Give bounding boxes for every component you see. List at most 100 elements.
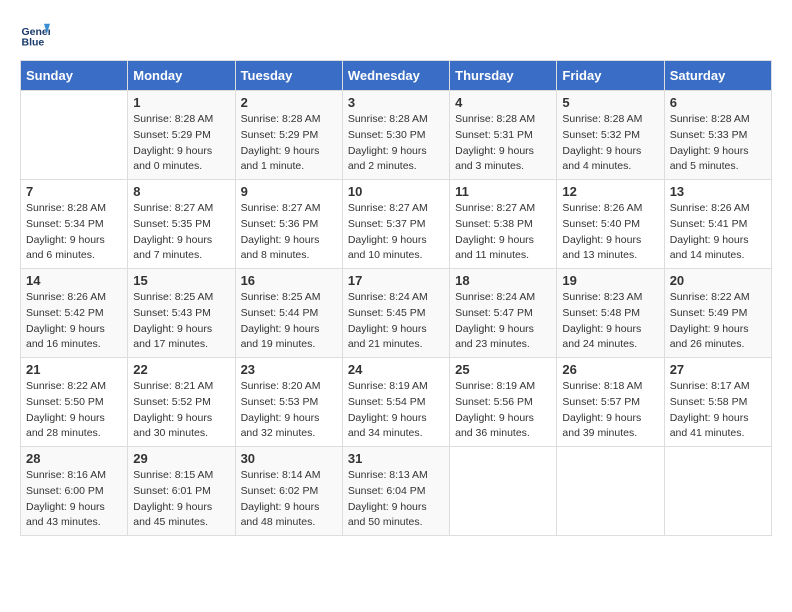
calendar-cell: 21 Sunrise: 8:22 AMSunset: 5:50 PMDayligh…	[21, 358, 128, 447]
calendar-cell: 15 Sunrise: 8:25 AMSunset: 5:43 PMDayligh…	[128, 269, 235, 358]
calendar-cell: 22 Sunrise: 8:21 AMSunset: 5:52 PMDayligh…	[128, 358, 235, 447]
day-number: 10	[348, 184, 444, 199]
weekday-row: SundayMondayTuesdayWednesdayThursdayFrid…	[21, 61, 772, 91]
day-number: 7	[26, 184, 122, 199]
day-info: Sunrise: 8:15 AMSunset: 6:01 PMDaylight:…	[133, 468, 229, 531]
calendar-cell: 12 Sunrise: 8:26 AMSunset: 5:40 PMDayligh…	[557, 180, 664, 269]
day-info: Sunrise: 8:28 AMSunset: 5:34 PMDaylight:…	[26, 201, 122, 264]
day-info: Sunrise: 8:26 AMSunset: 5:41 PMDaylight:…	[670, 201, 766, 264]
calendar-cell: 14 Sunrise: 8:26 AMSunset: 5:42 PMDayligh…	[21, 269, 128, 358]
day-number: 4	[455, 95, 551, 110]
day-number: 28	[26, 451, 122, 466]
day-number: 9	[241, 184, 337, 199]
weekday-header: Monday	[128, 61, 235, 91]
calendar-week-row: 7 Sunrise: 8:28 AMSunset: 5:34 PMDaylight…	[21, 180, 772, 269]
day-number: 29	[133, 451, 229, 466]
calendar-cell	[664, 447, 771, 536]
day-number: 31	[348, 451, 444, 466]
calendar-cell: 13Sunrise: 8:26 AMSunset: 5:41 PMDayligh…	[664, 180, 771, 269]
day-info: Sunrise: 8:28 AMSunset: 5:29 PMDaylight:…	[241, 112, 337, 175]
calendar-cell: 26Sunrise: 8:18 AMSunset: 5:57 PMDayligh…	[557, 358, 664, 447]
day-number: 11	[455, 184, 551, 199]
calendar-cell: 25 Sunrise: 8:19 AMSunset: 5:56 PMDayligh…	[450, 358, 557, 447]
day-info: Sunrise: 8:22 AMSunset: 5:50 PMDaylight:…	[26, 379, 122, 442]
calendar-body: 1 Sunrise: 8:28 AMSunset: 5:29 PMDaylight…	[21, 91, 772, 536]
day-info: Sunrise: 8:20 AMSunset: 5:53 PMDaylight:…	[241, 379, 337, 442]
day-number: 3	[348, 95, 444, 110]
calendar-cell: 18 Sunrise: 8:24 AMSunset: 5:47 PMDayligh…	[450, 269, 557, 358]
day-info: Sunrise: 8:23 AMSunset: 5:48 PMDaylight:…	[562, 290, 658, 353]
day-number: 1	[133, 95, 229, 110]
day-info: Sunrise: 8:17 AMSunset: 5:58 PMDaylight:…	[670, 379, 766, 442]
day-number: 19	[562, 273, 658, 288]
day-info: Sunrise: 8:18 AMSunset: 5:57 PMDaylight:…	[562, 379, 658, 442]
day-info: Sunrise: 8:16 AMSunset: 6:00 PMDaylight:…	[26, 468, 122, 531]
day-number: 14	[26, 273, 122, 288]
day-number: 30	[241, 451, 337, 466]
day-info: Sunrise: 8:21 AMSunset: 5:52 PMDaylight:…	[133, 379, 229, 442]
day-number: 2	[241, 95, 337, 110]
day-number: 12	[562, 184, 658, 199]
calendar-cell: 10 Sunrise: 8:27 AMSunset: 5:37 PMDayligh…	[342, 180, 449, 269]
weekday-header: Friday	[557, 61, 664, 91]
calendar-cell: 27 Sunrise: 8:17 AMSunset: 5:58 PMDayligh…	[664, 358, 771, 447]
calendar-cell	[557, 447, 664, 536]
calendar-cell: 1 Sunrise: 8:28 AMSunset: 5:29 PMDaylight…	[128, 91, 235, 180]
svg-text:Blue: Blue	[22, 37, 45, 49]
day-number: 20	[670, 273, 766, 288]
day-info: Sunrise: 8:27 AMSunset: 5:38 PMDaylight:…	[455, 201, 551, 264]
weekday-header: Saturday	[664, 61, 771, 91]
calendar-cell	[21, 91, 128, 180]
day-number: 17	[348, 273, 444, 288]
day-info: Sunrise: 8:27 AMSunset: 5:35 PMDaylight:…	[133, 201, 229, 264]
day-info: Sunrise: 8:19 AMSunset: 5:56 PMDaylight:…	[455, 379, 551, 442]
day-number: 27	[670, 362, 766, 377]
weekday-header: Sunday	[21, 61, 128, 91]
day-info: Sunrise: 8:27 AMSunset: 5:36 PMDaylight:…	[241, 201, 337, 264]
day-number: 23	[241, 362, 337, 377]
day-number: 18	[455, 273, 551, 288]
day-number: 16	[241, 273, 337, 288]
calendar-cell: 5 Sunrise: 8:28 AMSunset: 5:32 PMDaylight…	[557, 91, 664, 180]
logo: General Blue	[20, 20, 54, 50]
day-info: Sunrise: 8:13 AMSunset: 6:04 PMDaylight:…	[348, 468, 444, 531]
day-info: Sunrise: 8:28 AMSunset: 5:30 PMDaylight:…	[348, 112, 444, 175]
calendar-cell: 23 Sunrise: 8:20 AMSunset: 5:53 PMDayligh…	[235, 358, 342, 447]
calendar-cell: 28 Sunrise: 8:16 AMSunset: 6:00 PMDayligh…	[21, 447, 128, 536]
day-info: Sunrise: 8:26 AMSunset: 5:40 PMDaylight:…	[562, 201, 658, 264]
day-number: 25	[455, 362, 551, 377]
day-number: 5	[562, 95, 658, 110]
day-number: 21	[26, 362, 122, 377]
weekday-header: Thursday	[450, 61, 557, 91]
day-info: Sunrise: 8:22 AMSunset: 5:49 PMDaylight:…	[670, 290, 766, 353]
calendar-cell: 17Sunrise: 8:24 AMSunset: 5:45 PMDayligh…	[342, 269, 449, 358]
calendar-cell: 31 Sunrise: 8:13 AMSunset: 6:04 PMDayligh…	[342, 447, 449, 536]
weekday-header: Wednesday	[342, 61, 449, 91]
day-number: 8	[133, 184, 229, 199]
day-info: Sunrise: 8:28 AMSunset: 5:29 PMDaylight:…	[133, 112, 229, 175]
day-info: Sunrise: 8:28 AMSunset: 5:32 PMDaylight:…	[562, 112, 658, 175]
day-info: Sunrise: 8:28 AMSunset: 5:33 PMDaylight:…	[670, 112, 766, 175]
calendar-table: SundayMondayTuesdayWednesdayThursdayFrid…	[20, 60, 772, 536]
calendar-cell: 20 Sunrise: 8:22 AMSunset: 5:49 PMDayligh…	[664, 269, 771, 358]
day-info: Sunrise: 8:28 AMSunset: 5:31 PMDaylight:…	[455, 112, 551, 175]
calendar-cell: 3 Sunrise: 8:28 AMSunset: 5:30 PMDaylight…	[342, 91, 449, 180]
day-info: Sunrise: 8:14 AMSunset: 6:02 PMDaylight:…	[241, 468, 337, 531]
calendar-week-row: 28 Sunrise: 8:16 AMSunset: 6:00 PMDayligh…	[21, 447, 772, 536]
calendar-cell: 4 Sunrise: 8:28 AMSunset: 5:31 PMDaylight…	[450, 91, 557, 180]
calendar-cell	[450, 447, 557, 536]
day-info: Sunrise: 8:25 AMSunset: 5:43 PMDaylight:…	[133, 290, 229, 353]
calendar-cell: 8 Sunrise: 8:27 AMSunset: 5:35 PMDaylight…	[128, 180, 235, 269]
day-info: Sunrise: 8:19 AMSunset: 5:54 PMDaylight:…	[348, 379, 444, 442]
calendar-cell: 2 Sunrise: 8:28 AMSunset: 5:29 PMDaylight…	[235, 91, 342, 180]
day-info: Sunrise: 8:27 AMSunset: 5:37 PMDaylight:…	[348, 201, 444, 264]
calendar-cell: 16Sunrise: 8:25 AMSunset: 5:44 PMDayligh…	[235, 269, 342, 358]
day-info: Sunrise: 8:24 AMSunset: 5:47 PMDaylight:…	[455, 290, 551, 353]
calendar-cell: 6Sunrise: 8:28 AMSunset: 5:33 PMDaylight…	[664, 91, 771, 180]
weekday-header: Tuesday	[235, 61, 342, 91]
calendar-cell: 24Sunrise: 8:19 AMSunset: 5:54 PMDayligh…	[342, 358, 449, 447]
day-info: Sunrise: 8:26 AMSunset: 5:42 PMDaylight:…	[26, 290, 122, 353]
day-number: 22	[133, 362, 229, 377]
calendar-cell: 7 Sunrise: 8:28 AMSunset: 5:34 PMDaylight…	[21, 180, 128, 269]
day-number: 15	[133, 273, 229, 288]
